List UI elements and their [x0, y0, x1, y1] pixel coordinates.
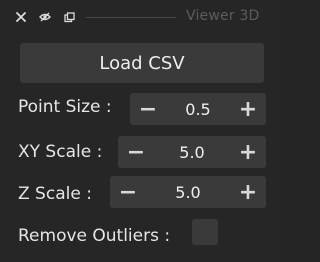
remove-outliers-checkbox[interactable]	[192, 219, 218, 245]
point-size-label: Point Size :	[18, 97, 112, 117]
point-size-value[interactable]: 0.5	[166, 93, 230, 125]
xy-scale-stepper: − 5.0 +	[118, 136, 266, 168]
remove-outliers-label: Remove Outliers :	[18, 226, 171, 246]
z-scale-decrement-button[interactable]: −	[114, 176, 142, 208]
point-size-stepper: − 0.5 +	[130, 93, 266, 125]
xy-scale-increment-button[interactable]: +	[234, 136, 262, 168]
xy-scale-label: XY Scale :	[18, 142, 103, 162]
xy-scale-value[interactable]: 5.0	[154, 136, 230, 168]
z-scale-increment-button[interactable]: +	[234, 176, 262, 208]
point-size-increment-button[interactable]: +	[234, 93, 262, 125]
z-scale-value[interactable]: 5.0	[146, 176, 230, 208]
point-size-decrement-button[interactable]: −	[134, 93, 162, 125]
dock-icon[interactable]	[62, 10, 76, 24]
eye-icon[interactable]	[38, 10, 52, 24]
z-scale-label: Z Scale :	[18, 184, 92, 204]
viewer-panel: Viewer 3D Load CSV Point Size : − 0.5 + …	[0, 0, 280, 262]
panel-titlebar: Viewer 3D	[0, 0, 280, 36]
load-csv-button[interactable]: Load CSV	[20, 43, 264, 83]
xy-scale-decrement-button[interactable]: −	[122, 136, 150, 168]
z-scale-stepper: − 5.0 +	[110, 176, 266, 208]
titlebar-divider	[86, 17, 176, 18]
panel-title: Viewer 3D	[186, 8, 260, 24]
close-icon[interactable]	[14, 10, 28, 24]
